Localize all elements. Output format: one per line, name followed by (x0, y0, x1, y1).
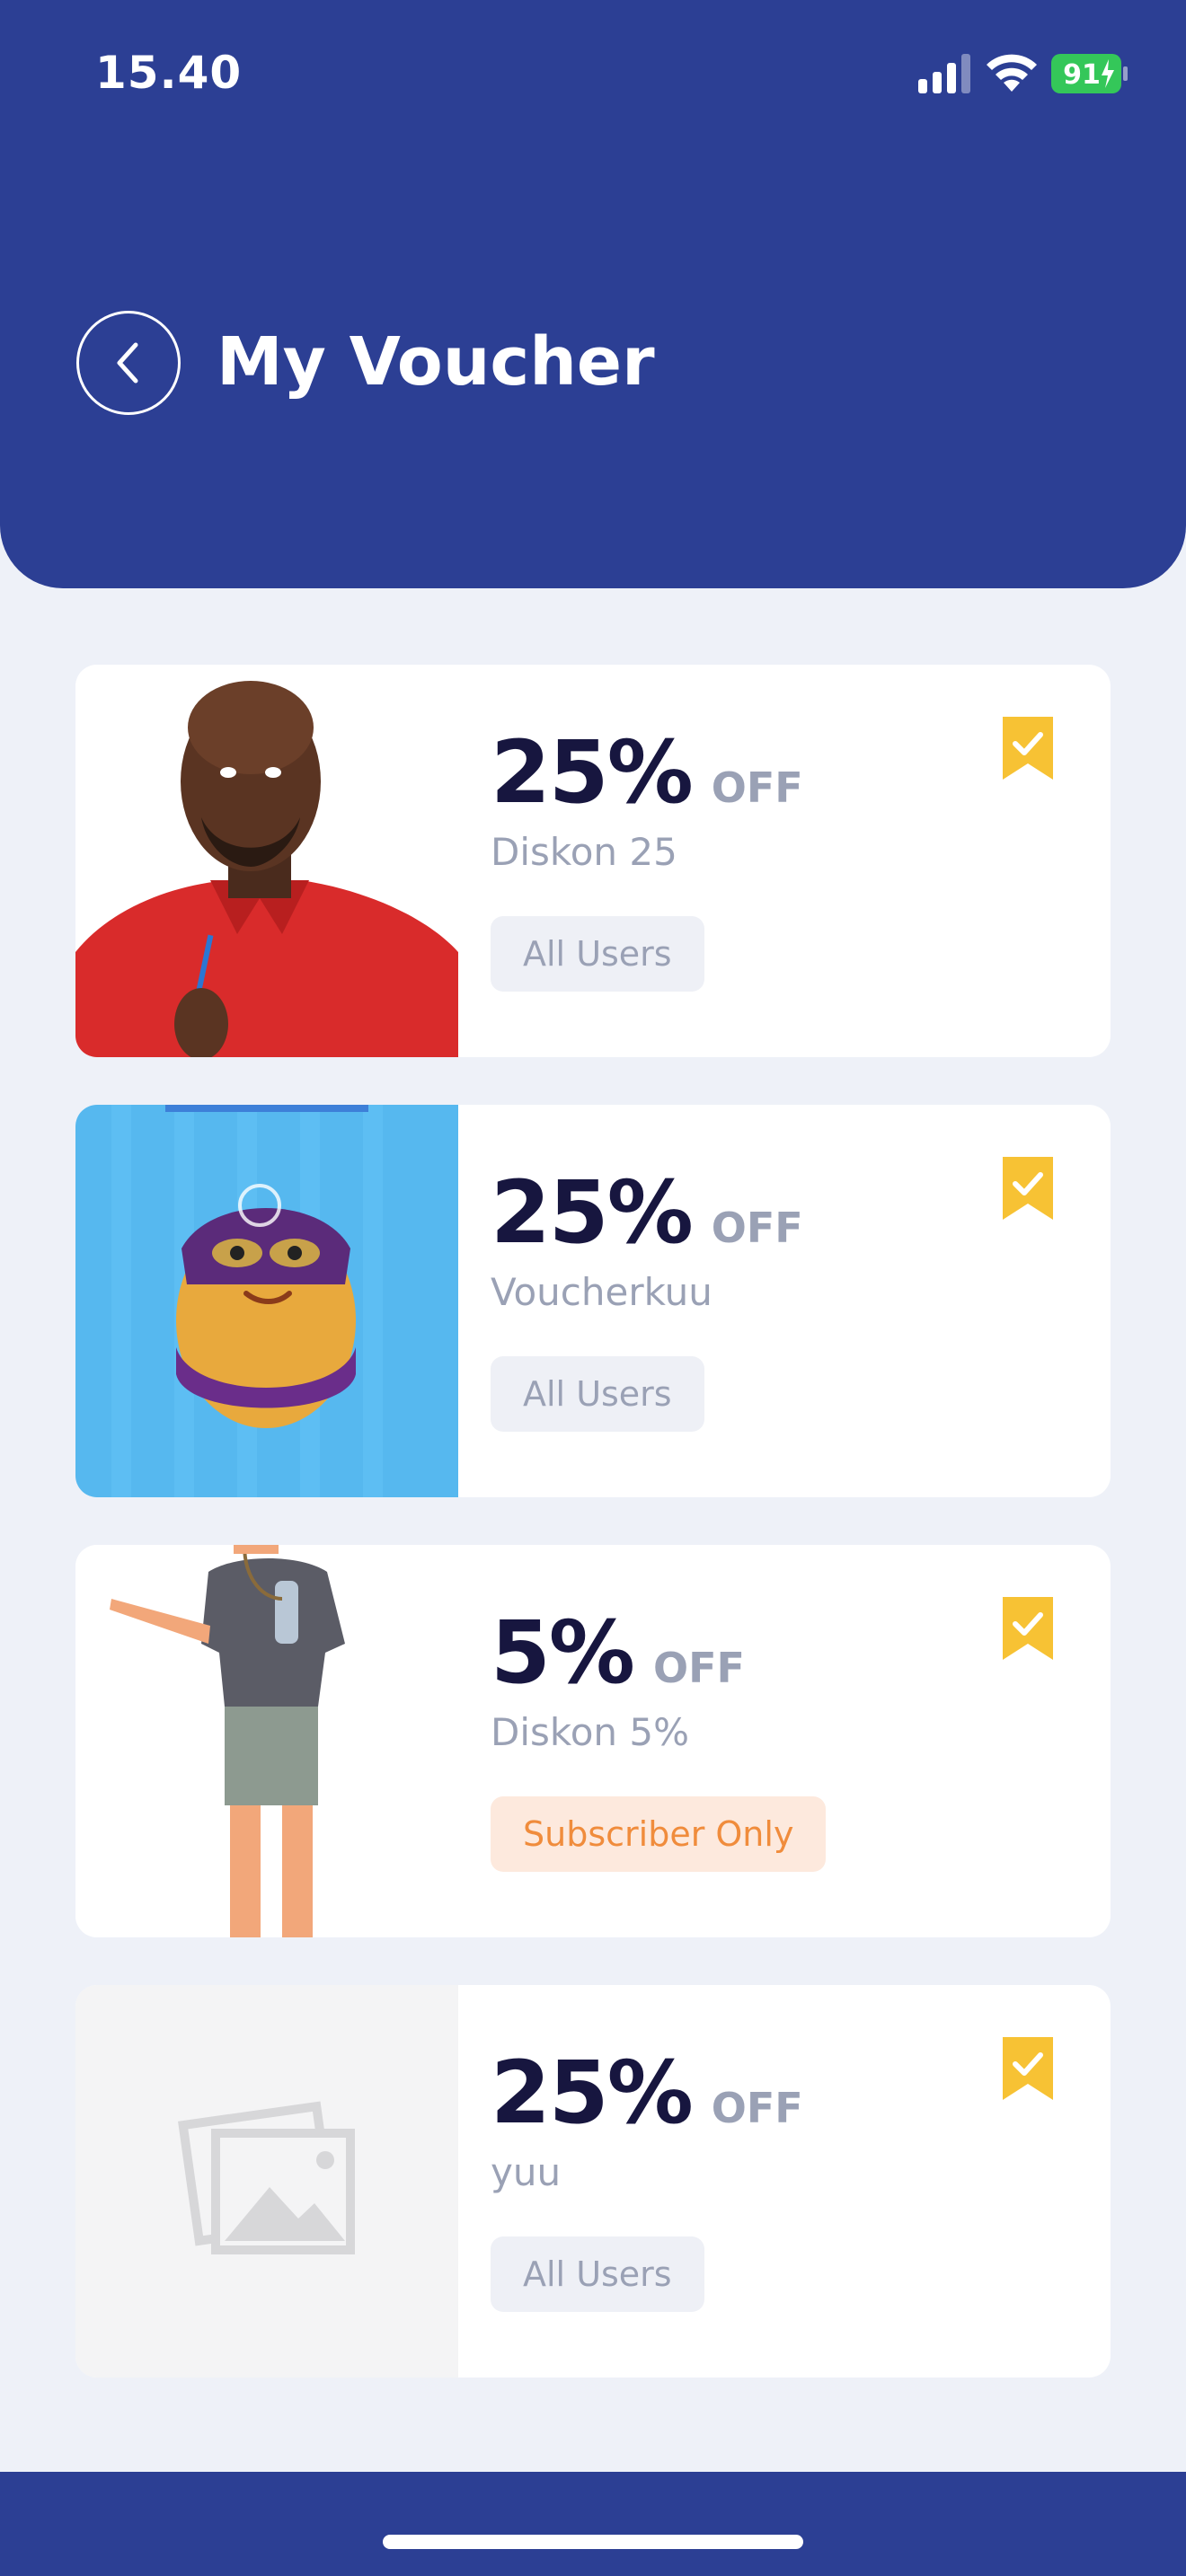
discount-off-label: OFF (711, 763, 803, 812)
discount-off-label: OFF (652, 1644, 745, 1692)
page-title: My Voucher (217, 323, 655, 401)
bookmark-check-icon[interactable] (1003, 717, 1053, 780)
voucher-image-man-thinking (75, 665, 458, 1057)
wifi-icon (987, 54, 1037, 92)
bookmark-check-icon[interactable] (1003, 1597, 1053, 1660)
status-bar: 15.40 91 (0, 0, 1186, 153)
audience-tag: All Users (491, 2236, 704, 2312)
bookmark-check-icon[interactable] (1003, 1157, 1053, 1220)
discount-value: 5% (491, 1602, 635, 1703)
status-time: 15.40 (95, 47, 243, 99)
audience-tag: All Users (491, 916, 704, 992)
voucher-image-pointing-man (75, 1545, 458, 1937)
bookmark-check-icon[interactable] (1003, 2037, 1053, 2100)
voucher-card[interactable]: 25% OFF Voucherkuu All Users (75, 1105, 1111, 1497)
discount-value: 25% (491, 722, 694, 823)
discount-value: 25% (491, 2042, 694, 2143)
voucher-name: yuu (491, 2150, 562, 2194)
voucher-name: Voucherkuu (491, 1270, 712, 1314)
voucher-image-cartoon-egg (75, 1105, 458, 1497)
header: 15.40 91 My Voucher (0, 0, 1186, 588)
voucher-list: 25% OFF Diskon 25 All Users 25% OFF Vouc… (75, 665, 1111, 2378)
discount-value: 25% (491, 1162, 694, 1263)
back-button[interactable] (76, 311, 181, 415)
discount-off-label: OFF (711, 2084, 803, 2132)
voucher-image-placeholder (75, 1985, 458, 2378)
home-indicator[interactable] (383, 2535, 803, 2549)
chevron-left-icon (117, 342, 138, 384)
voucher-name: Diskon 25 (491, 830, 677, 874)
voucher-card[interactable]: 25% OFF yuu All Users (75, 1985, 1111, 2378)
svg-text:91: 91 (1063, 59, 1101, 91)
audience-tag: All Users (491, 1356, 704, 1432)
audience-tag: Subscriber Only (491, 1796, 827, 1872)
voucher-card[interactable]: 5% OFF Diskon 5% Subscriber Only (75, 1545, 1111, 1937)
battery-icon: 91 (1051, 54, 1128, 93)
bottom-bar (0, 2472, 1186, 2576)
voucher-card[interactable]: 25% OFF Diskon 25 All Users (75, 665, 1111, 1057)
cellular-signal-icon (918, 54, 970, 93)
discount-off-label: OFF (711, 1204, 803, 1252)
voucher-name: Diskon 5% (491, 1710, 690, 1754)
